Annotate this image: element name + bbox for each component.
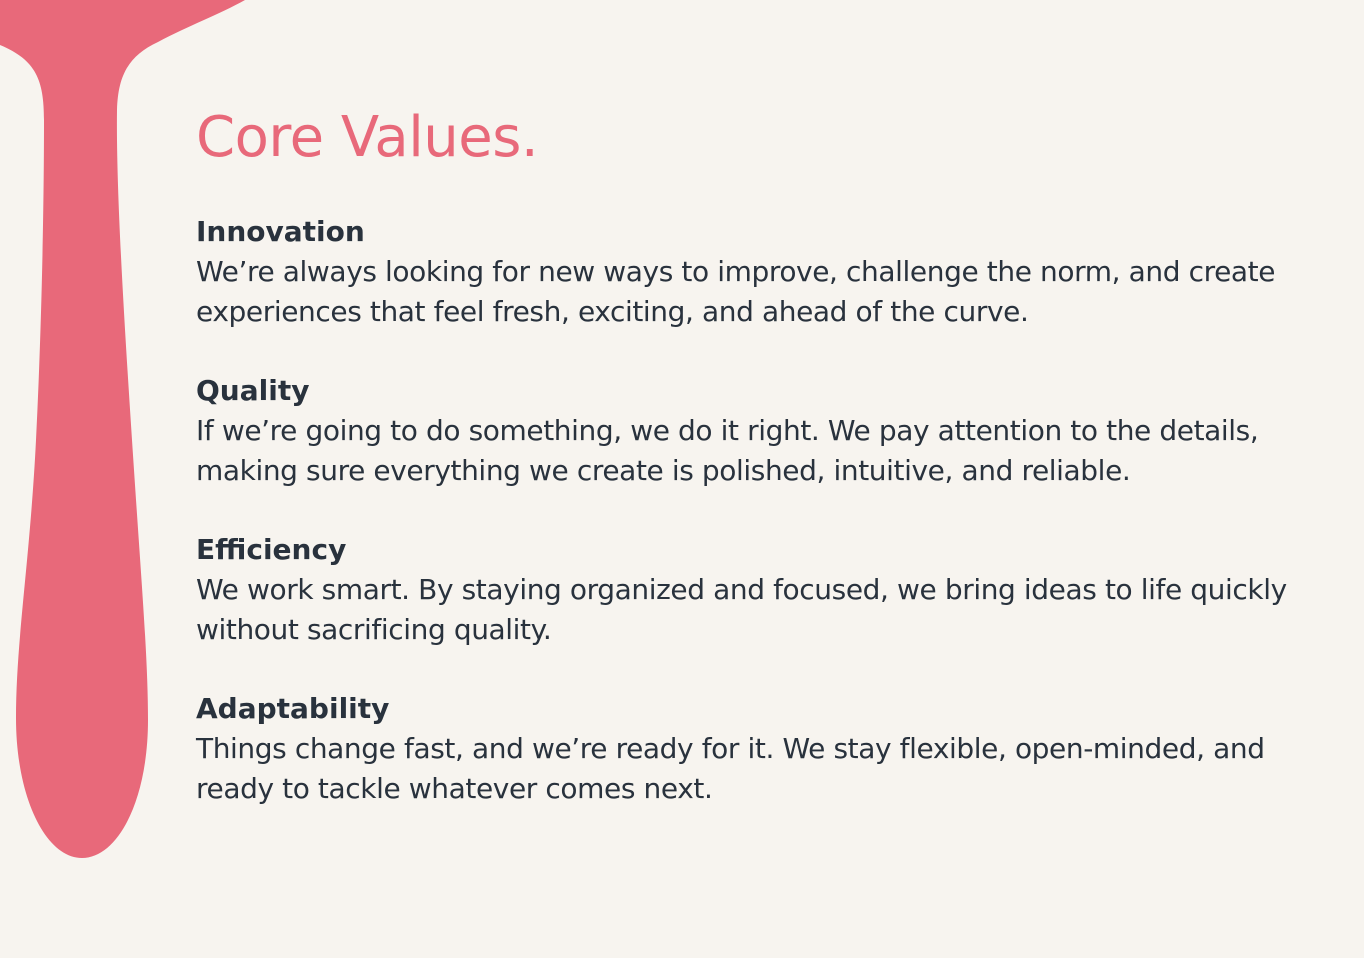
value-efficiency: Efficiency We work smart. By staying org…: [196, 530, 1316, 650]
value-heading: Adaptability: [196, 692, 390, 725]
value-heading: Efficiency: [196, 533, 347, 566]
value-innovation: Innovation We’re always looking for new …: [196, 212, 1316, 332]
value-heading: Quality: [196, 374, 310, 407]
value-description: Things change fast, and we’re ready for …: [196, 732, 1265, 805]
value-quality: Quality If we’re going to do something, …: [196, 371, 1316, 491]
core-values-content: Core Values. Innovation We’re always loo…: [196, 102, 1316, 848]
page-title: Core Values.: [196, 105, 539, 170]
value-heading: Innovation: [196, 215, 365, 248]
value-description: We’re always looking for new ways to imp…: [196, 255, 1276, 328]
value-adaptability: Adaptability Things change fast, and we’…: [196, 689, 1316, 809]
value-description: We work smart. By staying organized and …: [196, 573, 1287, 646]
value-description: If we’re going to do something, we do it…: [196, 414, 1259, 487]
